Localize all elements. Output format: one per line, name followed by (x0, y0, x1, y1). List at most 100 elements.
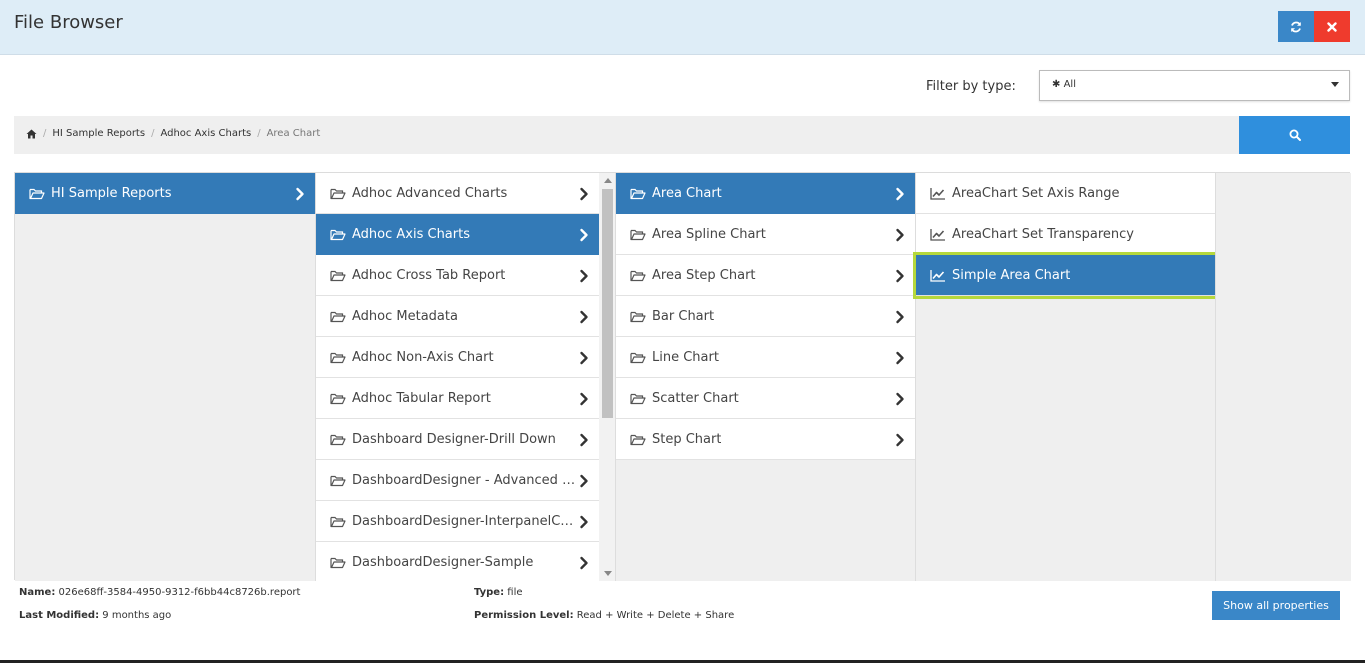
scrollbar-thumb[interactable] (602, 189, 613, 418)
folder-item[interactable]: Adhoc Tabular Report (316, 378, 599, 419)
chevron-right-icon (580, 187, 588, 201)
chevron-right-icon (896, 433, 904, 447)
search-button[interactable] (1239, 116, 1350, 154)
folder-item-label: Step Chart (652, 431, 722, 447)
report-item-selected[interactable]: Simple Area Chart (913, 252, 1218, 299)
folder-open-icon (330, 557, 346, 568)
folder-item-label: DashboardDesigner - Advanced M... (352, 472, 578, 488)
folder-open-icon (630, 393, 646, 404)
report-item-label: AreaChart Set Transparency (952, 226, 1134, 242)
detail-name-value: 026e68ff-3584-4950-9312-f6bb44c8726b.rep… (58, 587, 301, 598)
chevron-right-icon (896, 310, 904, 324)
breadcrumb-item-hi-sample-reports[interactable]: HI Sample Reports (52, 128, 145, 139)
refresh-button[interactable] (1278, 11, 1314, 42)
folder-item[interactable]: Bar Chart (616, 296, 915, 337)
folder-item-label: DashboardDesigner-InterpanelCo... (352, 513, 578, 529)
chevron-right-icon (580, 269, 588, 283)
detail-permission-value: Read + Write + Delete + Share (576, 610, 735, 621)
report-item[interactable]: AreaChart Set Axis Range (916, 173, 1215, 214)
folder-item-label: HI Sample Reports (51, 185, 172, 201)
folder-item[interactable]: Adhoc Metadata (316, 296, 599, 337)
folder-item-label: Line Chart (652, 349, 719, 365)
folder-item[interactable]: Area Step Chart (616, 255, 915, 296)
folder-item[interactable]: Adhoc Advanced Charts (316, 173, 599, 214)
folder-open-icon (630, 188, 646, 199)
folder-item[interactable]: Dashboard Designer-Drill Down (316, 419, 599, 460)
folder-item-label: Area Step Chart (652, 267, 756, 283)
show-all-properties-button[interactable]: Show all properties (1212, 591, 1340, 620)
chevron-right-icon (580, 474, 588, 488)
folder-item-label: Adhoc Axis Charts (352, 226, 470, 242)
line-chart-icon (930, 228, 945, 241)
folder-item[interactable]: DashboardDesigner - Advanced M... (316, 460, 599, 501)
chevron-right-icon (896, 187, 904, 201)
folder-item-label: Adhoc Advanced Charts (352, 185, 508, 201)
chevron-right-icon (896, 269, 904, 283)
column-root: HI Sample Reports (15, 173, 315, 581)
folder-open-icon (330, 393, 346, 404)
folder-item[interactable]: DashboardDesigner-Sample (316, 542, 599, 581)
folder-item-label: DashboardDesigner-Sample (352, 554, 534, 570)
folder-open-icon (330, 475, 346, 486)
folder-open-icon (630, 270, 646, 281)
folder-item[interactable]: Adhoc Axis Charts (316, 214, 599, 255)
column-scrollbar[interactable] (599, 173, 615, 581)
filter-selected-value: ✱ All (1052, 79, 1076, 90)
chevron-right-icon (580, 556, 588, 570)
folder-open-icon (330, 188, 346, 199)
folder-item[interactable]: Adhoc Cross Tab Report (316, 255, 599, 296)
close-icon (1327, 21, 1337, 32)
folder-item[interactable]: Line Chart (616, 337, 915, 378)
chevron-right-icon (580, 310, 588, 324)
folder-item-label: Bar Chart (652, 308, 715, 324)
detail-permission: Permission Level: Read + Write + Delete … (474, 610, 734, 621)
file-browser-columns: HI Sample Reports Adhoc Advanced Charts … (14, 172, 1351, 581)
folder-item[interactable]: DashboardDesigner-InterpanelCo... (316, 501, 599, 542)
folder-open-icon (330, 229, 346, 240)
chevron-right-icon (580, 392, 588, 406)
home-icon[interactable] (26, 129, 37, 139)
detail-type-value: file (507, 587, 523, 598)
folder-open-icon (630, 311, 646, 322)
detail-modified-label: Last Modified: (19, 610, 100, 621)
filter-selected-label: All (1063, 79, 1076, 90)
filter-type-select[interactable]: ✱ All (1039, 70, 1350, 101)
header-bar: File Browser (0, 0, 1365, 55)
folder-open-icon (330, 516, 346, 527)
folder-item-label: Adhoc Tabular Report (352, 390, 491, 406)
report-item[interactable]: AreaChart Set Transparency (916, 214, 1215, 255)
folder-item[interactable]: Adhoc Non-Axis Chart (316, 337, 599, 378)
folder-item-hi-sample-reports[interactable]: HI Sample Reports (15, 173, 315, 214)
breadcrumb-item-adhoc-axis-charts[interactable]: Adhoc Axis Charts (160, 128, 251, 139)
column-hi-sample-reports: Adhoc Advanced Charts Adhoc Axis Charts … (315, 173, 615, 581)
folder-open-icon (330, 352, 346, 363)
filter-label: Filter by type: (926, 79, 1016, 94)
folder-open-icon (330, 270, 346, 281)
folder-item-label: Adhoc Metadata (352, 308, 458, 324)
folder-open-icon (630, 229, 646, 240)
folder-item[interactable]: Area Chart (616, 173, 915, 214)
close-button[interactable] (1314, 11, 1350, 42)
folder-item[interactable]: Step Chart (616, 419, 915, 460)
column-adhoc-axis-charts: Area Chart Area Spline Chart Area Step C… (615, 173, 915, 581)
detail-name-label: Name: (19, 587, 56, 598)
scroll-up-arrow-icon[interactable] (604, 178, 612, 183)
detail-modified-value: 9 months ago (102, 610, 172, 621)
breadcrumb: / HI Sample Reports / Adhoc Axis Charts … (14, 116, 1239, 154)
refresh-icon (1291, 21, 1301, 32)
chevron-right-icon (580, 351, 588, 365)
line-chart-icon (930, 269, 945, 282)
folder-item[interactable]: Area Spline Chart (616, 214, 915, 255)
folder-open-icon (630, 434, 646, 445)
chevron-right-icon (580, 228, 588, 242)
chevron-right-icon (896, 351, 904, 365)
report-item-label: Simple Area Chart (952, 267, 1071, 283)
folder-item-label: Dashboard Designer-Drill Down (352, 431, 556, 447)
chevron-right-icon (580, 515, 588, 529)
chevron-right-icon (896, 228, 904, 242)
asterisk-icon: ✱ (1052, 79, 1061, 90)
folder-item-label: Area Chart (652, 185, 722, 201)
scroll-down-arrow-icon[interactable] (604, 571, 612, 576)
breadcrumb-current: Area Chart (266, 128, 321, 139)
folder-item[interactable]: Scatter Chart (616, 378, 915, 419)
